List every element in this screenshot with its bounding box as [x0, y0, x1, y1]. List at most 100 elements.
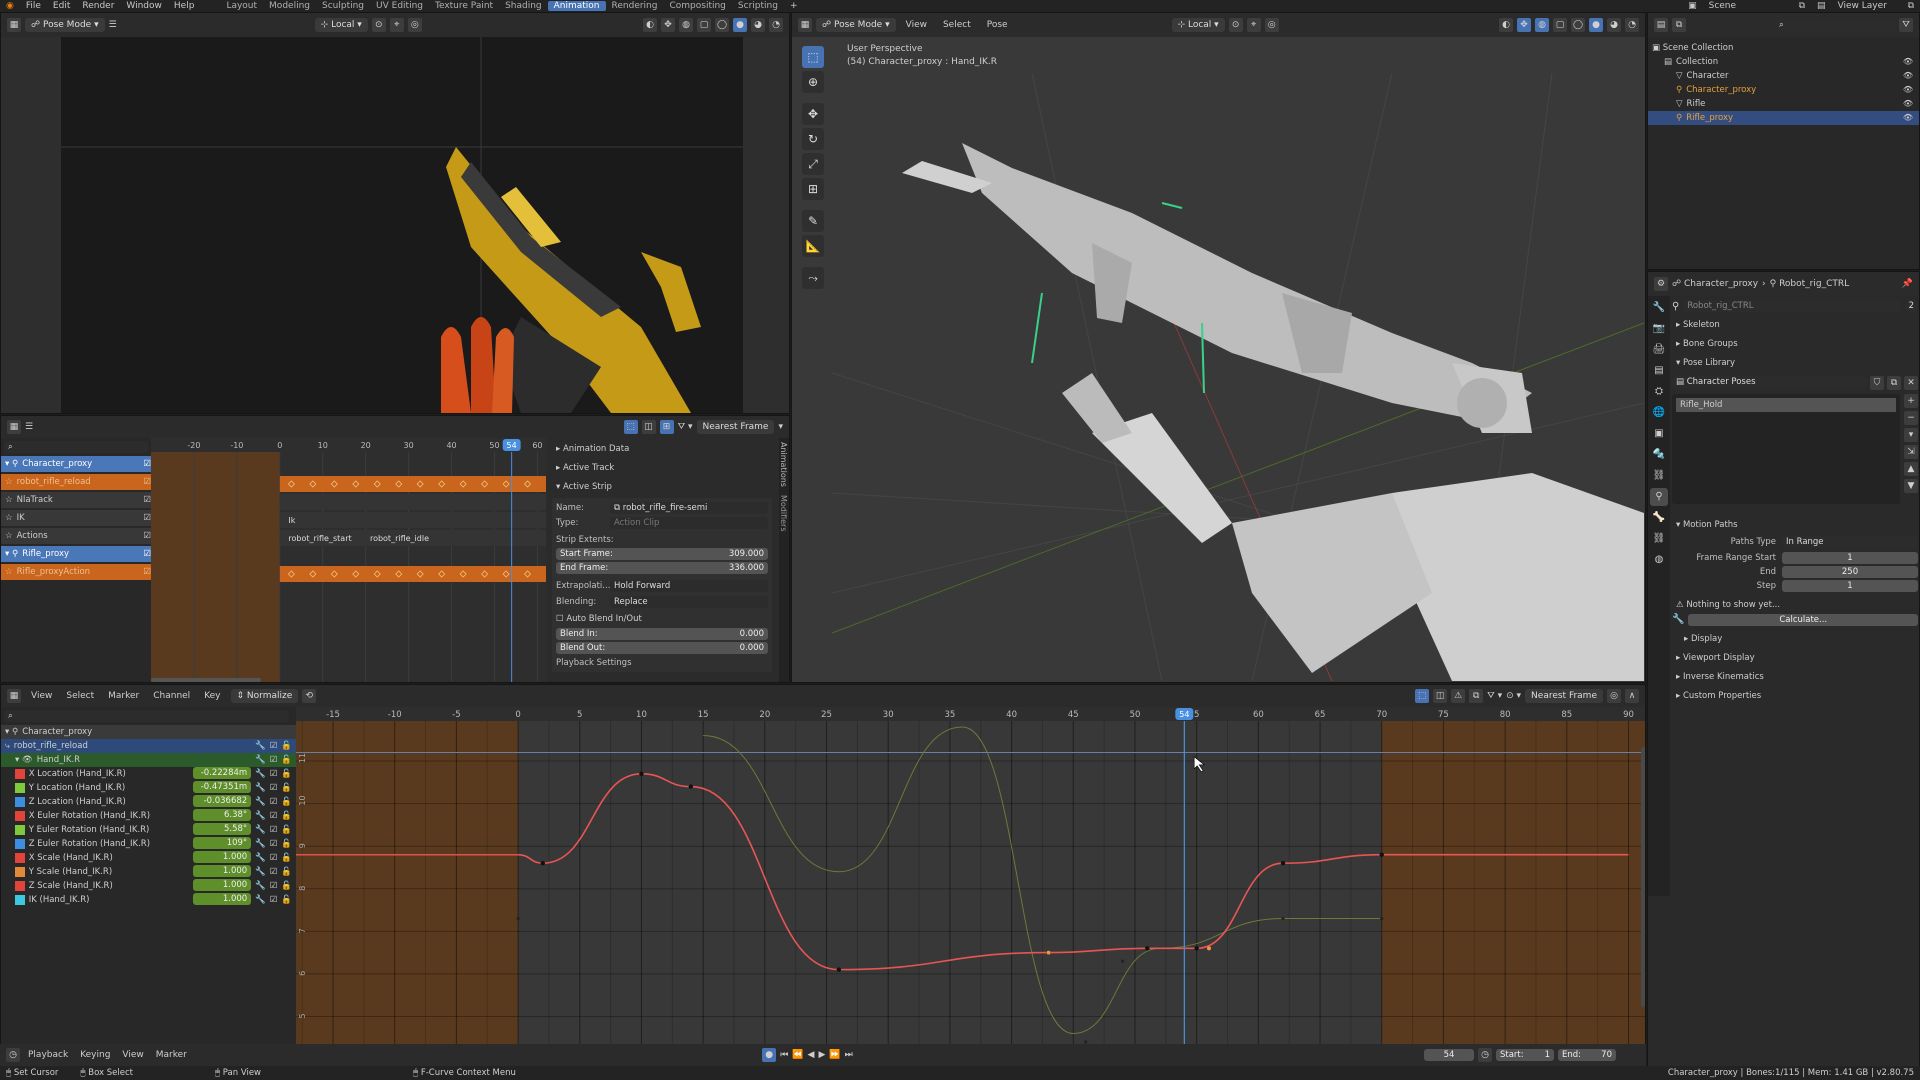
- mute-checkbox-icon[interactable]: ☑: [270, 865, 278, 879]
- keyframe-point[interactable]: [1380, 916, 1384, 921]
- strip-name-field[interactable]: ⧉ robot_rifle_fire-semi: [610, 502, 768, 514]
- graph-channel-y-euler-rotation-hand-ik-r-[interactable]: Y Euler Rotation (Hand_IK.R) 5.58° 🔧 ☑ 🔓: [1, 823, 296, 837]
- orientation-dropdown[interactable]: ⊹ Local ▾: [314, 18, 368, 32]
- jump-start-icon[interactable]: ⏮: [780, 1050, 788, 1060]
- shading-solid-icon[interactable]: ●: [1589, 18, 1603, 32]
- nla-track-rifle-proxyaction[interactable]: ☆ Rifle_proxyAction ☑: [1, 564, 151, 580]
- workspace-tab-texture-paint[interactable]: Texture Paint: [429, 1, 499, 11]
- view-layer-tab-icon[interactable]: ▤: [1650, 362, 1668, 380]
- modifier-wrench-icon[interactable]: 🔧: [255, 893, 266, 907]
- menu-hamburger-icon[interactable]: ☰: [25, 422, 33, 432]
- playback-menu-playback[interactable]: Playback: [24, 1050, 72, 1060]
- show-hidden-icon[interactable]: ◫: [1433, 689, 1448, 703]
- channel-value-field[interactable]: -0.036682: [192, 795, 252, 807]
- include-missing-icon[interactable]: ⊞: [659, 420, 674, 434]
- proportional-icon[interactable]: ◎: [407, 18, 422, 32]
- channel-value-field[interactable]: 1.000: [192, 865, 252, 877]
- nla-track-character-proxy[interactable]: ▾ ⚲ Character_proxy ☑: [1, 456, 151, 472]
- constraints-tab-icon[interactable]: ⛓: [1650, 467, 1668, 485]
- editor-type-icon[interactable]: ▤: [1654, 18, 1668, 32]
- visibility-eye-icon[interactable]: 👁: [1903, 111, 1919, 125]
- shading-wire-icon[interactable]: ◯: [715, 18, 729, 32]
- track-checkbox-icon[interactable]: ☑: [143, 492, 151, 508]
- object-tab-icon[interactable]: ▣: [1650, 425, 1668, 443]
- remove-pose-icon[interactable]: −: [1904, 411, 1918, 425]
- scene-tab-icon[interactable]: ⛭: [1650, 383, 1668, 401]
- curve-color-swatch[interactable]: [15, 811, 25, 821]
- next-key-icon[interactable]: ⏩: [829, 1050, 840, 1060]
- prev-key-icon[interactable]: ⏪: [792, 1050, 803, 1060]
- graph-channel-x-location-hand-ik-r-[interactable]: X Location (Hand_IK.R) -0.22284m 🔧 ☑ 🔓: [1, 767, 296, 781]
- menu-help[interactable]: Help: [168, 1, 201, 11]
- section-viewport-display[interactable]: ▸ Viewport Display: [1672, 651, 1918, 665]
- workspace-tab-layout[interactable]: Layout: [220, 1, 263, 11]
- lock-icon[interactable]: 🔓: [281, 823, 296, 837]
- rifle-idle-strip-label[interactable]: robot_rifle_idle: [370, 534, 429, 543]
- mode-dropdown[interactable]: ☍ Pose Mode ▾: [25, 18, 105, 32]
- display-mode-icon[interactable]: ⧉: [1672, 18, 1686, 32]
- editor-type-icon[interactable]: ⚙: [1654, 277, 1668, 291]
- only-errors-icon[interactable]: ⚠: [1451, 689, 1466, 703]
- track-checkbox-icon[interactable]: ☑: [143, 510, 151, 526]
- mute-checkbox-icon[interactable]: ☑: [270, 837, 278, 851]
- pose-list-item[interactable]: Rifle_Hold: [1676, 398, 1896, 412]
- camera-view-area[interactable]: [1, 37, 789, 413]
- user-count[interactable]: 2: [1904, 300, 1918, 312]
- editor-type-icon[interactable]: ▦: [7, 420, 21, 434]
- unlink-icon[interactable]: ✕: [1904, 376, 1918, 390]
- track-checkbox-icon[interactable]: ☑: [143, 528, 151, 544]
- modifier-wrench-icon[interactable]: 🔧: [255, 879, 266, 893]
- viewport-scene-svg[interactable]: [832, 73, 1644, 681]
- normalize-toggle[interactable]: ⇕ Normalize: [230, 689, 299, 703]
- editor-type-icon[interactable]: ▦: [7, 18, 21, 32]
- gizmo-icon[interactable]: ✥: [1517, 18, 1531, 32]
- modifier-wrench-icon[interactable]: 🔧: [255, 809, 266, 823]
- section-custom-properties[interactable]: ▸ Custom Properties: [1672, 689, 1918, 703]
- lock-icon[interactable]: 🔓: [281, 739, 296, 753]
- filter-icon[interactable]: ⛛ ▾: [1487, 691, 1502, 701]
- annotate-tool-icon[interactable]: ✎: [802, 210, 824, 232]
- graph-channel-robot-rifle-reload[interactable]: ⤷ robot_rifle_reload 🔧 ☑ 🔓: [1, 739, 296, 753]
- proportional-icon[interactable]: ◎: [1264, 18, 1279, 32]
- visibility-eye-icon[interactable]: 👁: [1903, 55, 1919, 69]
- overlay-icon[interactable]: ◍: [679, 18, 693, 32]
- play-reverse-icon[interactable]: ◀: [808, 1050, 815, 1060]
- workspace-tab-rendering[interactable]: Rendering: [606, 1, 664, 11]
- move-up-icon[interactable]: ▲: [1904, 462, 1918, 476]
- pin-icon[interactable]: 📌: [1902, 279, 1913, 289]
- shading-material-icon[interactable]: ◕: [1607, 18, 1621, 32]
- end-frame-field[interactable]: End: 70: [1558, 1049, 1616, 1061]
- gizmo-icon[interactable]: ✥: [661, 18, 675, 32]
- graph-menu-key[interactable]: Key: [198, 691, 226, 701]
- editor-type-icon[interactable]: ▦: [7, 689, 21, 703]
- pose-list[interactable]: Rifle_Hold: [1672, 394, 1900, 504]
- outliner-item-character[interactable]: ▽ Character 👁: [1648, 69, 1919, 83]
- curve-color-swatch[interactable]: [15, 867, 25, 877]
- menu-render[interactable]: Render: [76, 1, 120, 11]
- graph-vscrollbar[interactable]: [1641, 747, 1645, 1007]
- curve-color-swatch[interactable]: [15, 839, 25, 849]
- workspace-tab-uv-editing[interactable]: UV Editing: [370, 1, 429, 11]
- graph-channel-z-scale-hand-ik-r-[interactable]: Z Scale (Hand_IK.R) 1.000 🔧 ☑ 🔓: [1, 879, 296, 893]
- outliner-item-collection[interactable]: ▤ Collection 👁: [1648, 55, 1919, 69]
- menu-window[interactable]: Window: [120, 1, 168, 11]
- frame-range-end-field[interactable]: 250: [1782, 566, 1918, 578]
- channel-value-field[interactable]: 109°: [192, 837, 252, 849]
- data-tab-icon[interactable]: ⚲: [1650, 488, 1668, 506]
- section-animation-data[interactable]: ▸ Animation Data: [552, 442, 785, 456]
- modifier-wrench-icon[interactable]: 🔧: [255, 767, 266, 781]
- pivot-icon[interactable]: ⊙: [371, 18, 386, 32]
- filter-icon[interactable]: ⛛: [1899, 18, 1913, 32]
- keyframe-point[interactable]: [1379, 852, 1384, 857]
- keyframe-point[interactable]: [836, 967, 842, 972]
- section-bone-groups[interactable]: ▸ Bone Groups: [1672, 337, 1918, 351]
- curve-color-swatch[interactable]: [15, 825, 25, 835]
- workspace-tab-animation[interactable]: Animation: [547, 1, 606, 11]
- lock-icon[interactable]: 🔓: [281, 893, 296, 907]
- scene-options-icon[interactable]: ⧉: [1793, 1, 1811, 11]
- mute-checkbox-icon[interactable]: ☑: [270, 879, 278, 893]
- start-frame-field[interactable]: Start Frame: 309.000: [556, 548, 768, 560]
- curve-color-swatch[interactable]: [15, 853, 25, 863]
- channel-value-field[interactable]: 6.38°: [192, 809, 252, 821]
- rotate-tool-icon[interactable]: ↻: [802, 128, 824, 150]
